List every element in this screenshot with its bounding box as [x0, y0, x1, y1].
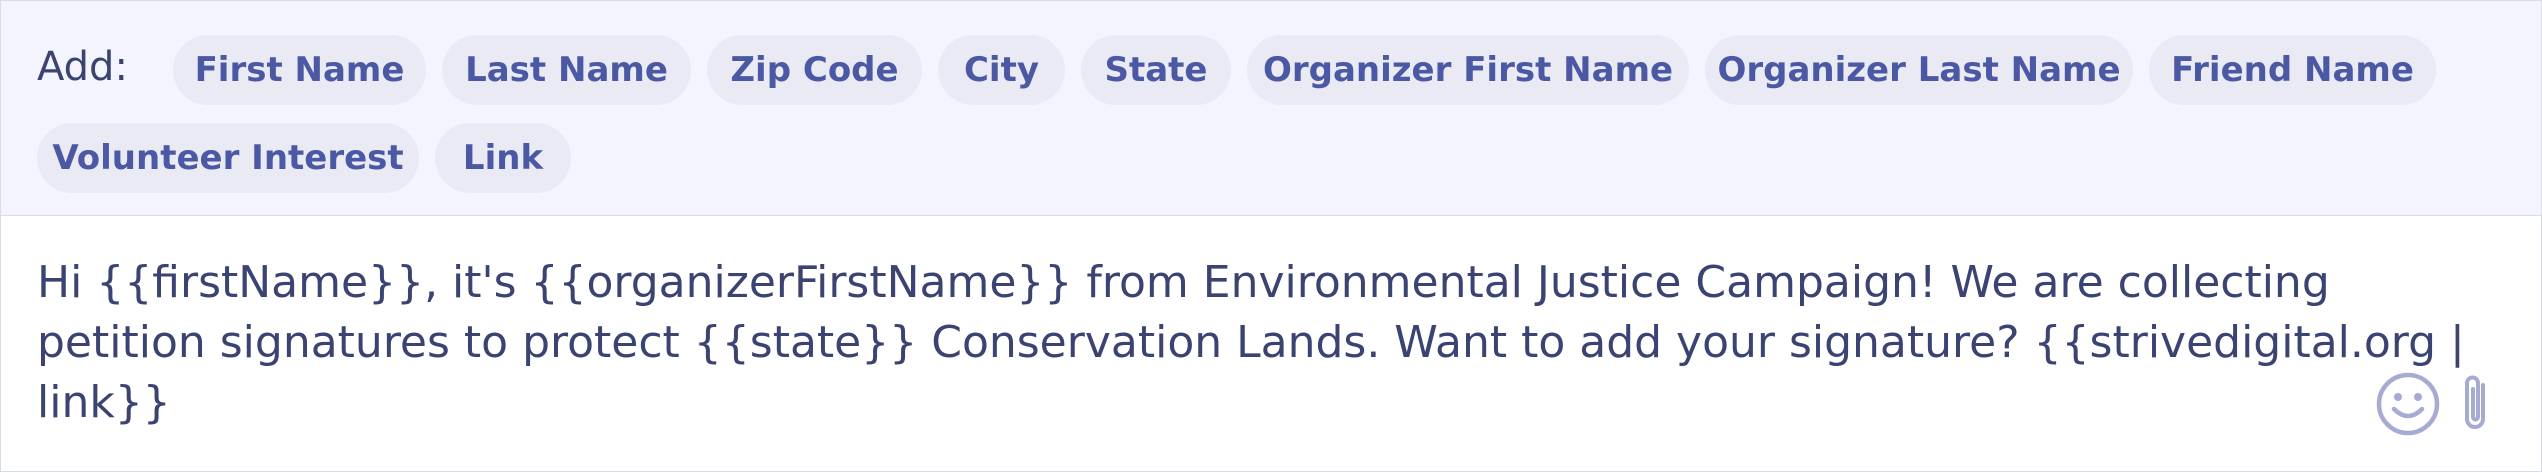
smiley-icon[interactable]	[2375, 371, 2441, 437]
paperclip-icon[interactable]	[2458, 371, 2494, 437]
chip-label: Organizer First Name	[1262, 50, 1674, 90]
merge-tag-bar: Add: First Name Last Name Zip Code City …	[1, 1, 2541, 216]
chip-label: Friend Name	[2171, 50, 2414, 90]
tag-chip-volunteer-interest[interactable]: Volunteer Interest	[37, 123, 419, 193]
tag-chip-city[interactable]: City	[938, 35, 1065, 105]
tag-chip-organizer-last-name[interactable]: Organizer Last Name	[1705, 35, 2133, 105]
chip-label: Last Name	[465, 50, 668, 90]
tag-chip-friend-name[interactable]: Friend Name	[2149, 35, 2436, 105]
tag-chip-organizer-first-name[interactable]: Organizer First Name	[1247, 35, 1689, 105]
tag-chip-state[interactable]: State	[1081, 35, 1231, 105]
chip-label: First Name	[194, 50, 405, 90]
chip-label: Link	[462, 138, 544, 178]
tag-chip-first-name[interactable]: First Name	[173, 35, 426, 105]
message-composer[interactable]: Hi {{firstName}}, it's {{organizerFirstN…	[1, 216, 2541, 471]
tag-chip-link[interactable]: Link	[435, 123, 571, 193]
tag-chip-last-name[interactable]: Last Name	[442, 35, 691, 105]
message-text[interactable]: Hi {{firstName}}, it's {{organizerFirstN…	[37, 253, 2497, 433]
chip-label: City	[963, 50, 1040, 90]
message-editor: Add: First Name Last Name Zip Code City …	[0, 0, 2542, 472]
tag-chip-zip-code[interactable]: Zip Code	[707, 35, 922, 105]
chip-label: State	[1104, 50, 1208, 90]
chip-label: Zip Code	[730, 50, 899, 90]
add-label: Add:	[37, 44, 128, 90]
chip-label: Organizer Last Name	[1717, 50, 2121, 90]
chip-label: Volunteer Interest	[52, 138, 404, 178]
